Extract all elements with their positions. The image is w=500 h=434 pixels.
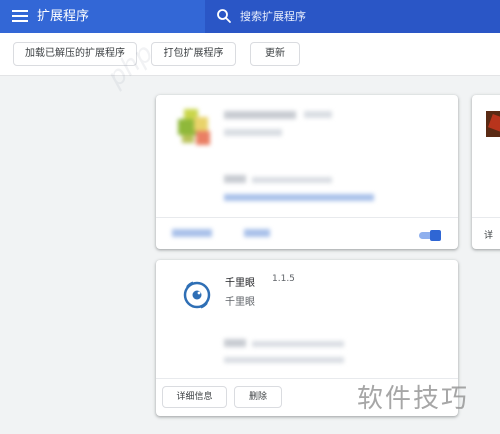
- page-title: 扩展程序: [37, 9, 90, 24]
- blurred-details-button[interactable]: [172, 229, 212, 237]
- blurred-remove-button[interactable]: [244, 229, 270, 237]
- blurred-extension-icon: [178, 109, 214, 145]
- extension-card-partial: 详: [472, 95, 500, 249]
- remove-button[interactable]: 删除: [234, 386, 282, 408]
- pack-extension-button[interactable]: 打包扩展程序: [151, 42, 236, 66]
- developer-toolbar: 加载已解压的扩展程序 打包扩展程序 更新: [0, 33, 500, 76]
- search-input[interactable]: [240, 7, 490, 25]
- search-bar[interactable]: [205, 0, 500, 33]
- blurred-version-text: [304, 111, 332, 118]
- eye-target-icon: [183, 281, 211, 309]
- details-button[interactable]: 详: [484, 228, 493, 241]
- blurred-link-text: [224, 194, 374, 201]
- hamburger-menu-icon[interactable]: [12, 9, 28, 23]
- enable-toggle[interactable]: [419, 230, 441, 241]
- extension-name: 千里眼: [225, 278, 255, 289]
- extension-icon: [486, 111, 500, 137]
- extension-card-blurred: [156, 95, 458, 249]
- blurred-link-text: [224, 357, 344, 363]
- blurred-id-text: [252, 177, 332, 183]
- extension-description: 千里眼: [225, 297, 255, 308]
- blurred-description-text: [224, 129, 282, 136]
- search-icon: [217, 9, 231, 23]
- update-button[interactable]: 更新: [250, 42, 300, 66]
- extension-version: 1.1.5: [272, 274, 295, 284]
- details-button[interactable]: 详细信息: [162, 386, 227, 408]
- blurred-id-text: [252, 341, 344, 347]
- blurred-id-text: [224, 175, 246, 183]
- blurred-id-text: [224, 339, 246, 347]
- blurred-name-text: [224, 111, 296, 119]
- app-header: 扩展程序: [0, 0, 500, 33]
- watermark-text: 软件技巧: [357, 384, 470, 414]
